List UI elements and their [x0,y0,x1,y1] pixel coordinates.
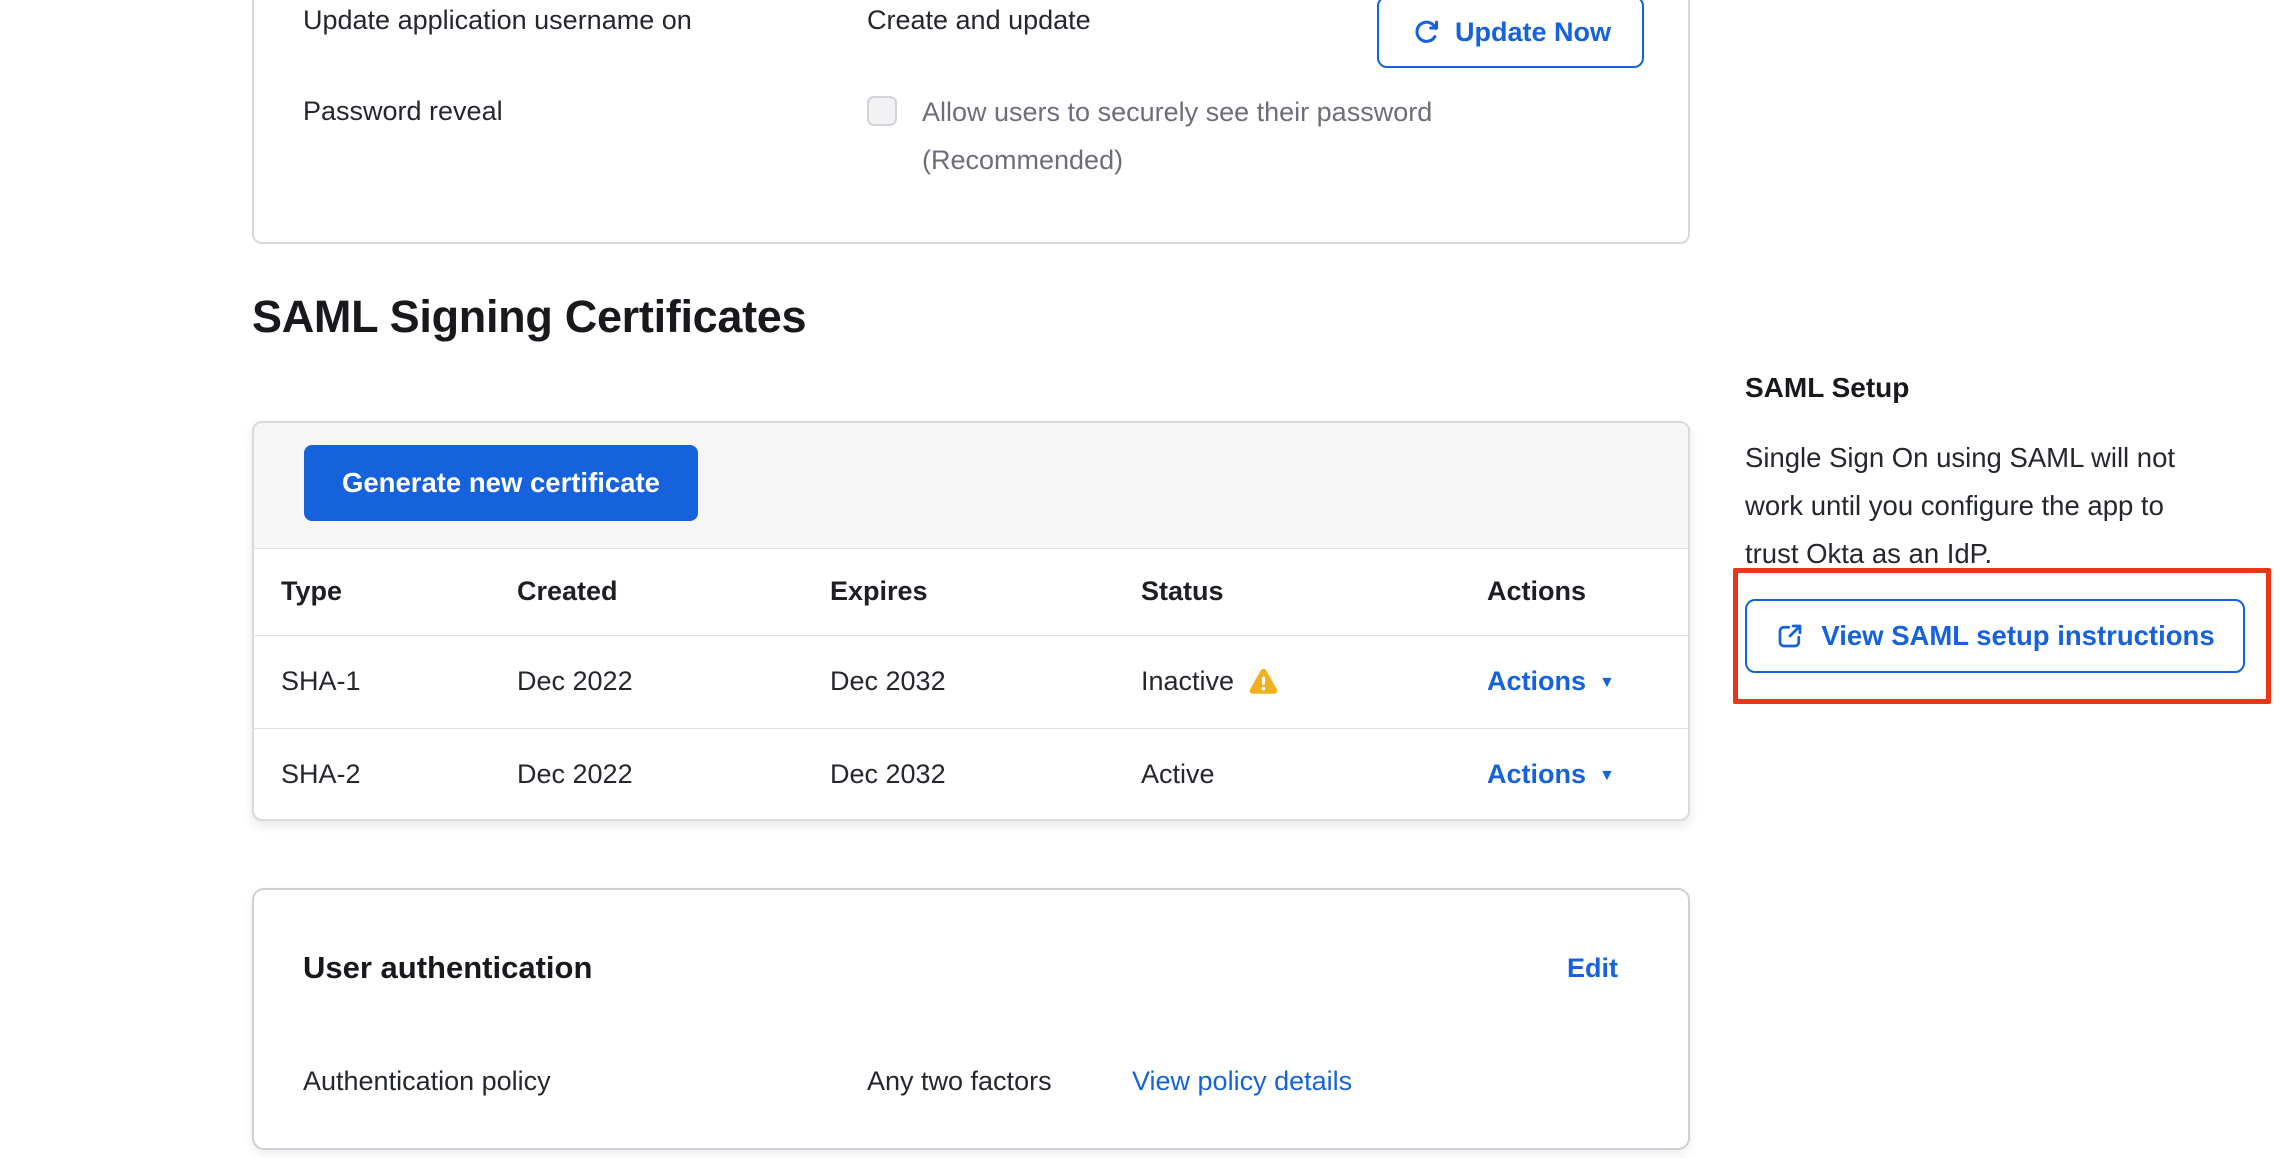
generate-new-certificate-button[interactable]: Generate new certificate [304,445,698,521]
authentication-policy-label: Authentication policy [303,1066,551,1097]
username-update-label: Update application username on [303,4,692,37]
col-header-actions: Actions [1460,549,1690,635]
view-policy-details-link[interactable]: View policy details [1132,1066,1352,1097]
certificates-card-toolbar: Generate new certificate [254,423,1688,549]
cert-created: Dec 2022 [490,728,803,821]
cert-status-text: Inactive [1141,666,1234,697]
warning-icon [1248,666,1279,697]
refresh-icon [1410,16,1442,48]
table-header-row: Type Created Expires Status Actions [254,549,1690,635]
status-badge: Active [1141,759,1460,790]
saml-setup-description-line2: work until you configure the app to [1745,482,2175,530]
cert-expires: Dec 2032 [803,728,1114,821]
saml-setup-description: Single Sign On using SAML will not work … [1745,434,2175,578]
annotation-highlight-box: View SAML setup instructions [1733,568,2271,704]
actions-label: Actions [1487,759,1586,790]
view-saml-setup-instructions-label: View SAML setup instructions [1821,620,2214,652]
password-reveal-checkbox[interactable] [867,96,897,126]
col-header-status: Status [1114,549,1460,635]
sign-on-settings-card: Update application username on Create an… [252,0,1690,244]
actions-dropdown[interactable]: Actions ▼ [1487,759,1615,790]
update-now-label: Update Now [1455,17,1611,48]
user-authentication-title: User authentication [303,950,592,986]
view-saml-setup-instructions-button[interactable]: View SAML setup instructions [1745,599,2245,673]
cert-created: Dec 2022 [490,635,803,728]
cert-type: SHA-2 [254,728,490,821]
col-header-created: Created [490,549,803,635]
page-canvas: Update application username on Create an… [0,0,2279,1158]
username-update-value: Create and update [867,4,1091,37]
user-authentication-card: User authentication Edit Authentication … [252,888,1690,1150]
col-header-expires: Expires [803,549,1114,635]
table-row: SHA-1 Dec 2022 Dec 2032 Inactive [254,635,1690,728]
caret-down-icon: ▼ [1599,768,1615,784]
saml-signing-certificates-heading: SAML Signing Certificates [252,291,806,343]
saml-setup-title: SAML Setup [1745,372,1909,404]
password-reveal-help: Allow users to securely see their passwo… [922,88,1432,184]
status-badge: Inactive [1141,666,1460,697]
certificates-card: Generate new certificate Type Created Ex… [252,421,1690,821]
actions-label: Actions [1487,666,1586,697]
external-link-icon [1775,621,1805,651]
cert-type: SHA-1 [254,635,490,728]
col-header-type: Type [254,549,490,635]
actions-dropdown[interactable]: Actions ▼ [1487,666,1615,697]
certificates-table: Type Created Expires Status Actions SHA-… [254,549,1690,821]
authentication-policy-value: Any two factors [867,1066,1052,1097]
password-reveal-help-line1: Allow users to securely see their passwo… [922,88,1432,136]
cert-status-text: Active [1141,759,1215,790]
table-row: SHA-2 Dec 2022 Dec 2032 Active Actions ▼ [254,728,1690,821]
cert-expires: Dec 2032 [803,635,1114,728]
edit-link[interactable]: Edit [1567,953,1618,984]
caret-down-icon: ▼ [1599,675,1615,691]
update-now-button[interactable]: Update Now [1377,0,1644,68]
password-reveal-help-line2: (Recommended) [922,136,1432,184]
password-reveal-label: Password reveal [303,95,503,128]
saml-setup-description-line1: Single Sign On using SAML will not [1745,434,2175,482]
